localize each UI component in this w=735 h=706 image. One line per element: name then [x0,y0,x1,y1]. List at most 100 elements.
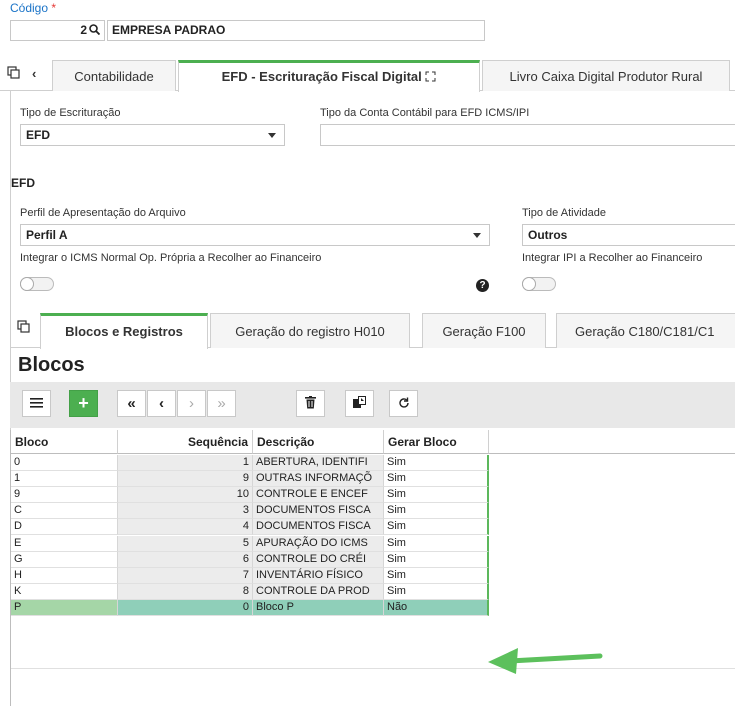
cell-gerar-bloco[interactable]: Sim [384,487,489,504]
tipo-atividade-select[interactable]: Outros [522,224,735,246]
tab-geracao-f100[interactable]: Geração F100 [422,313,546,348]
table-row[interactable]: C 3 DOCUMENTOS FISCA Sim [11,503,489,520]
cell-descricao[interactable]: CONTROLE DA PROD [253,583,384,600]
add-icon[interactable]: + [69,390,98,417]
cell-gerar-bloco[interactable]: Sim [384,503,489,520]
cell-descricao[interactable]: DOCUMENTOS FISCA [253,503,384,520]
cell-bloco[interactable]: K [11,583,118,600]
trash-icon[interactable] [296,390,325,417]
company-name-field[interactable]: EMPRESA PADRAO [107,20,485,41]
cell-gerar-bloco[interactable]: Sim [384,471,489,488]
column-header-sequencia[interactable]: Sequência [118,430,253,454]
cell-descricao[interactable]: APURAÇÃO DO ICMS [253,535,384,552]
tab-livro-caixa[interactable]: Livro Caixa Digital Produtor Rural [482,60,730,91]
table-row[interactable]: P 0 Bloco P Não [11,599,489,616]
integrar-icms-label: Integrar o ICMS Normal Op. Própria a Rec… [20,252,322,264]
tipo-conta-select[interactable] [320,124,735,146]
integrar-ipi-label: Integrar IPI a Recolher ao Financeiro [522,252,703,264]
menu-icon[interactable] [22,390,51,417]
column-header-bloco[interactable]: Bloco [11,430,118,454]
cell-sequencia[interactable]: 4 [118,519,253,536]
column-header-empty [489,430,735,454]
expand-icon[interactable] [425,69,436,84]
cell-bloco[interactable]: P [11,599,118,616]
cell-descricao[interactable]: Bloco P [253,599,384,616]
column-header-descricao[interactable]: Descrição [253,430,384,454]
cell-bloco[interactable]: E [11,535,118,552]
toggle-knob [20,277,34,291]
cell-bloco[interactable]: D [11,519,118,536]
tipo-escrituracao-select[interactable]: EFD [20,124,285,146]
cell-descricao[interactable]: OUTRAS INFORMAÇÕ [253,471,384,488]
cell-sequencia[interactable]: 6 [118,551,253,568]
cell-bloco[interactable]: 0 [11,455,118,471]
tab-efd[interactable]: EFD - Escrituração Fiscal Digital [178,60,480,92]
copy-icon[interactable] [17,320,30,336]
table-row[interactable]: 0 1 ABERTURA, IDENTIFI Sim [11,455,489,471]
tipo-conta-label: Tipo da Conta Contábil para EFD ICMS/IPI [320,107,530,119]
cell-gerar-bloco[interactable]: Sim [384,519,489,536]
cell-descricao[interactable]: ABERTURA, IDENTIFI [253,455,384,471]
annotation-arrow-icon [488,648,603,674]
cell-descricao[interactable]: INVENTÁRIO FÍSICO [253,567,384,584]
table-row[interactable]: G 6 CONTROLE DO CRÉI Sim [11,551,489,568]
cell-gerar-bloco[interactable]: Sim [384,551,489,568]
cell-gerar-bloco[interactable]: Não [384,599,489,616]
cell-sequencia[interactable]: 1 [118,455,253,471]
table-row[interactable]: E 5 APURAÇÃO DO ICMS Sim [11,535,489,552]
cell-descricao[interactable]: CONTROLE E ENCEF [253,487,384,504]
grid-divider [11,668,735,669]
tab-contabilidade[interactable]: Contabilidade [52,60,176,91]
cell-sequencia[interactable]: 3 [118,503,253,520]
cell-sequencia[interactable]: 10 [118,487,253,504]
cell-bloco[interactable]: G [11,551,118,568]
first-page-icon[interactable]: « [117,390,146,417]
column-header-gerar-bloco[interactable]: Gerar Bloco [384,430,489,454]
code-number-value: 2 [80,23,87,37]
caret-down-icon [268,133,276,138]
toggle-knob [522,277,536,291]
cell-sequencia[interactable]: 7 [118,567,253,584]
cell-sequencia[interactable]: 8 [118,583,253,600]
cell-gerar-bloco[interactable]: Sim [384,583,489,600]
tipo-atividade-label: Tipo de Atividade [522,207,606,219]
cell-bloco[interactable]: H [11,567,118,584]
tab-geracao-h010[interactable]: Geração do registro H010 [210,313,410,348]
next-icon[interactable]: › [177,390,206,417]
code-number-field[interactable]: 2 [10,20,105,41]
cell-sequencia[interactable]: 0 [118,599,253,616]
tab-blocos-registros[interactable]: Blocos e Registros [40,313,208,349]
help-icon[interactable]: ? [476,279,489,292]
blocos-title: Blocos [18,354,85,376]
tipo-escrituracao-label: Tipo de Escrituração [20,107,121,119]
perfil-label: Perfil de Apresentação do Arquivo [20,207,186,219]
cell-gerar-bloco[interactable]: Sim [384,567,489,584]
table-row[interactable]: H 7 INVENTÁRIO FÍSICO Sim [11,567,489,584]
chevron-left-icon[interactable]: ‹ [32,66,36,81]
cell-sequencia[interactable]: 9 [118,471,253,488]
required-marker: * [51,1,57,15]
table-row[interactable]: D 4 DOCUMENTOS FISCA Sim [11,519,489,536]
cell-descricao[interactable]: DOCUMENTOS FISCA [253,519,384,536]
table-row[interactable]: 1 9 OUTRAS INFORMAÇÕ Sim [11,471,489,488]
section-efd-heading: EFD [11,176,35,190]
perfil-select[interactable]: Perfil A [20,224,490,246]
refresh-icon[interactable] [389,390,418,417]
table-row[interactable]: K 8 CONTROLE DA PROD Sim [11,583,489,600]
cell-gerar-bloco[interactable]: Sim [384,455,489,471]
copy-icon[interactable] [7,66,20,82]
duplicate-icon[interactable] [345,390,374,417]
integrar-ipi-toggle[interactable] [522,277,556,291]
last-page-icon[interactable]: » [207,390,236,417]
cell-bloco[interactable]: 9 [11,487,118,504]
search-icon[interactable] [89,23,101,37]
integrar-icms-toggle[interactable] [20,277,54,291]
cell-bloco[interactable]: C [11,503,118,520]
cell-gerar-bloco[interactable]: Sim [384,535,489,552]
cell-sequencia[interactable]: 5 [118,535,253,552]
tab-geracao-c180[interactable]: Geração C180/C181/C1 [556,313,735,348]
cell-bloco[interactable]: 1 [11,471,118,488]
previous-icon[interactable]: ‹ [147,390,176,417]
cell-descricao[interactable]: CONTROLE DO CRÉI [253,551,384,568]
table-row[interactable]: 9 10 CONTROLE E ENCEF Sim [11,487,489,504]
